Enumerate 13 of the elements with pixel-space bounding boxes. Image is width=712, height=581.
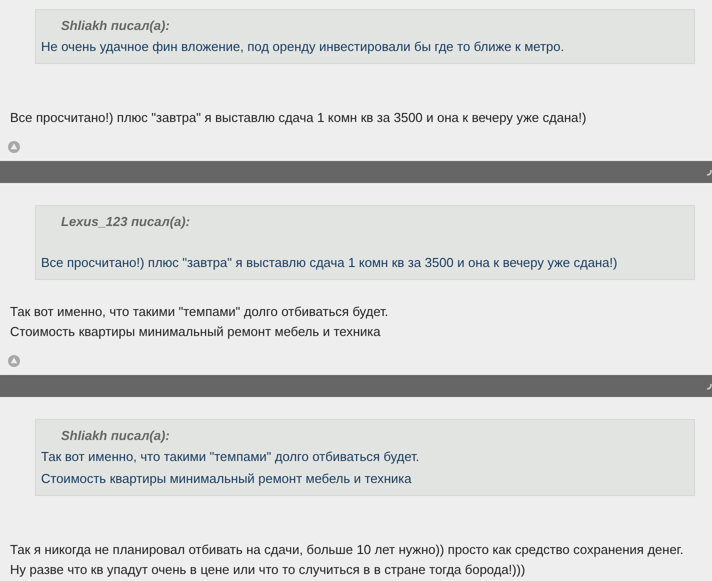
- post-text: Так вот именно, что такими "темпами" долго отбиваться будет.: [10, 303, 390, 321]
- quote-text: Не очень удачное фин вложение, под оренду инвестировали бы где то ближе к метро.: [41, 38, 566, 56]
- quote-author: Shliakh писал(а):: [60, 427, 171, 445]
- quote-text: Все просчитано!) плюс "завтра" я выставлю сдача 1 комн кв за 3500 и она к вечеру уже сдана!): [41, 254, 618, 272]
- corner-icon: [706, 167, 712, 177]
- quote-text: Стоимость квартиры минимальный ремонт мебель и техника: [41, 470, 413, 488]
- corner-icon: [706, 381, 712, 391]
- quote-text: Так вот именно, что такими "темпами" долго отбиваться будет.: [41, 448, 420, 466]
- post-text: Стоимость квартиры минимальный ремонт мебель и техника: [10, 323, 382, 341]
- post-text: Так я никогда не планировал отбивать на сдачи, больше 10 лет нужно)) просто как средство сохранения денег. Ну разве что кв упадут очень в цене или что то случиться в в стране тогда борода!))): [10, 541, 684, 579]
- quote-author: Shliakh писал(а):: [60, 17, 171, 35]
- post-text: Все просчитано!) плюс "завтра" я выставлю сдача 1 комн кв за 3500 и она к вечеру уже сдана!): [10, 109, 588, 127]
- quote-author: Lexus_123 писал(а):: [60, 213, 191, 231]
